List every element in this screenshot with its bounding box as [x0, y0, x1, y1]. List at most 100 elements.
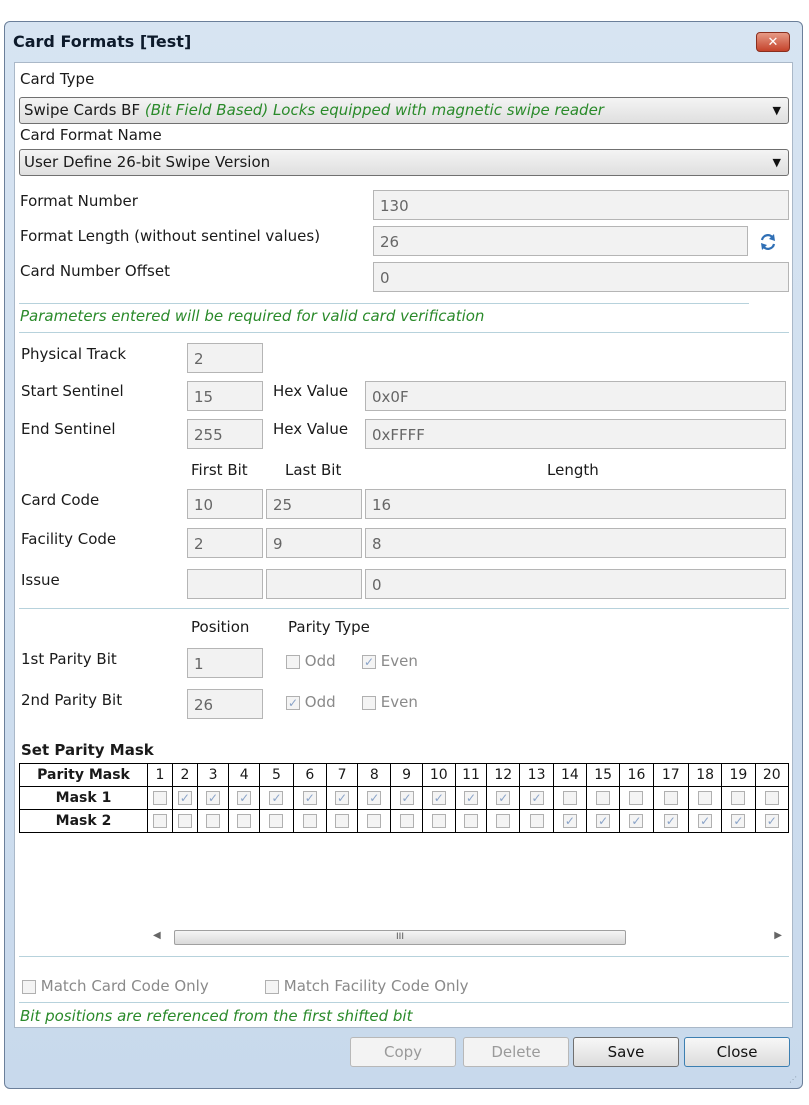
- issue-first-field[interactable]: [187, 569, 263, 599]
- mask-checkbox[interactable]: [496, 814, 511, 828]
- column-header: 14: [552, 763, 588, 787]
- match-card-code-label: Match Card Code Only: [40, 977, 209, 995]
- mask-checkbox[interactable]: [367, 814, 382, 828]
- card-number-offset-field[interactable]: 0: [373, 262, 789, 292]
- mask-checkbox[interactable]: ✓: [629, 814, 644, 828]
- mask-checkbox[interactable]: ✓: [764, 814, 779, 828]
- window-close-button[interactable]: ✕: [756, 32, 790, 52]
- mask-checkbox[interactable]: ✓: [663, 814, 678, 828]
- first-bit-header: First Bit: [191, 461, 248, 479]
- scroll-left-icon[interactable]: ◀: [153, 930, 161, 941]
- start-sentinel-field[interactable]: 15: [187, 381, 263, 411]
- parity2-even-checkbox[interactable]: [362, 695, 376, 710]
- card-type-select[interactable]: Swipe Cards BF (Bit Field Based) Locks e…: [19, 97, 789, 124]
- physical-track-field[interactable]: 2: [187, 343, 263, 373]
- mask-checkbox[interactable]: [663, 791, 678, 805]
- mask-checkbox[interactable]: [335, 814, 350, 828]
- mask-cell: [721, 786, 756, 810]
- mask-cell: ✓: [652, 809, 689, 833]
- parity1-even-checkbox[interactable]: ✓: [362, 654, 376, 669]
- column-header: 5: [259, 763, 294, 787]
- refresh-icon[interactable]: [759, 233, 777, 251]
- parity2-position-field[interactable]: 26: [187, 689, 263, 719]
- mask-checkbox[interactable]: ✓: [206, 791, 221, 805]
- mask-checkbox[interactable]: [562, 791, 577, 805]
- delete-button[interactable]: Delete: [463, 1037, 569, 1067]
- mask-cell: [586, 786, 621, 810]
- mask-checkbox[interactable]: [302, 814, 317, 828]
- issue-last-field[interactable]: [266, 569, 362, 599]
- parity1-even-option[interactable]: ✓ Even: [362, 652, 418, 670]
- format-number-field[interactable]: 130: [373, 190, 789, 220]
- card-code-first-field[interactable]: 10: [187, 489, 263, 519]
- close-button[interactable]: Close: [684, 1037, 790, 1067]
- scrollbar-thumb[interactable]: III: [174, 930, 626, 945]
- mask-checkbox[interactable]: [596, 791, 611, 805]
- mask-checkbox[interactable]: ✓: [562, 814, 577, 828]
- mask-checkbox[interactable]: ✓: [269, 791, 284, 805]
- mask-checkbox[interactable]: [269, 814, 284, 828]
- facility-code-first-field[interactable]: 2: [187, 528, 263, 558]
- mask-checkbox[interactable]: ✓: [529, 791, 544, 805]
- mask-checkbox[interactable]: ✓: [464, 791, 479, 805]
- card-format-name-select[interactable]: User Define 26-bit Swipe Version ▼: [19, 149, 789, 176]
- mask-checkbox[interactable]: ✓: [237, 791, 252, 805]
- mask-checkbox[interactable]: [764, 791, 779, 805]
- match-facility-code-checkbox[interactable]: [265, 979, 279, 994]
- format-length-field[interactable]: 26: [373, 226, 748, 256]
- match-facility-code-option[interactable]: Match Facility Code Only: [265, 977, 469, 995]
- mask-checkbox[interactable]: ✓: [177, 791, 192, 805]
- mask-checkbox[interactable]: [529, 814, 544, 828]
- match-card-code-checkbox[interactable]: [22, 979, 36, 994]
- issue-length-field[interactable]: 0: [365, 569, 786, 599]
- facility-code-length-field[interactable]: 8: [365, 528, 786, 558]
- mask-checkbox[interactable]: [731, 791, 746, 805]
- mask-cell: [146, 809, 173, 833]
- parity1-position-field[interactable]: 1: [187, 648, 263, 678]
- parity1-odd-option[interactable]: Odd: [286, 652, 336, 670]
- card-format-name-label: Card Format Name: [20, 126, 162, 144]
- length-header: Length: [547, 461, 599, 479]
- mask-checkbox[interactable]: [431, 814, 446, 828]
- card-code-length-field[interactable]: 16: [365, 489, 786, 519]
- match-card-code-option[interactable]: Match Card Code Only: [22, 977, 209, 995]
- table-row: Mask 1 ✓ ✓ ✓ ✓ ✓ ✓ ✓ ✓ ✓ ✓ ✓ ✓: [19, 786, 790, 810]
- mask-checkbox[interactable]: ✓: [367, 791, 382, 805]
- parity2-odd-checkbox[interactable]: ✓: [286, 695, 300, 710]
- end-sentinel-field[interactable]: 255: [187, 419, 263, 449]
- copy-button[interactable]: Copy: [350, 1037, 456, 1067]
- end-hex-field[interactable]: 0xFFFF: [365, 419, 786, 449]
- mask-checkbox[interactable]: ✓: [596, 814, 611, 828]
- mask-checkbox[interactable]: [237, 814, 252, 828]
- mask-checkbox[interactable]: ✓: [731, 814, 746, 828]
- mask-checkbox[interactable]: ✓: [496, 791, 511, 805]
- column-header: 20: [754, 763, 790, 787]
- mask-checkbox[interactable]: ✓: [399, 791, 414, 805]
- mask-checkbox[interactable]: ✓: [431, 791, 446, 805]
- mask-checkbox[interactable]: [152, 814, 167, 828]
- mask-checkbox[interactable]: [206, 814, 221, 828]
- mask-checkbox[interactable]: ✓: [302, 791, 317, 805]
- mask-cell: ✓: [292, 786, 327, 810]
- parity2-odd-option[interactable]: ✓ Odd: [286, 693, 336, 711]
- card-code-last-field[interactable]: 25: [266, 489, 362, 519]
- parity1-odd-checkbox[interactable]: [286, 654, 300, 669]
- mask-checkbox[interactable]: [152, 791, 167, 805]
- mask-checkbox[interactable]: [629, 791, 644, 805]
- save-button[interactable]: Save: [573, 1037, 679, 1067]
- column-header: 1: [146, 763, 173, 787]
- mask-checkbox[interactable]: [464, 814, 479, 828]
- mask-checkbox[interactable]: [399, 814, 414, 828]
- mask-checkbox[interactable]: [698, 791, 713, 805]
- mask-cell: ✓: [552, 809, 588, 833]
- mask-checkbox[interactable]: ✓: [698, 814, 713, 828]
- start-hex-field[interactable]: 0x0F: [365, 381, 786, 411]
- mask-cell: ✓: [421, 786, 456, 810]
- parity2-even-option[interactable]: Even: [362, 693, 418, 711]
- mask-checkbox[interactable]: ✓: [335, 791, 350, 805]
- parity-mask-scrollbar[interactable]: ◀ III ▶: [147, 929, 786, 946]
- scroll-right-icon[interactable]: ▶: [774, 930, 782, 941]
- resize-grip-icon[interactable]: ⋰: [789, 1075, 799, 1085]
- facility-code-last-field[interactable]: 9: [266, 528, 362, 558]
- mask-checkbox[interactable]: [177, 814, 192, 828]
